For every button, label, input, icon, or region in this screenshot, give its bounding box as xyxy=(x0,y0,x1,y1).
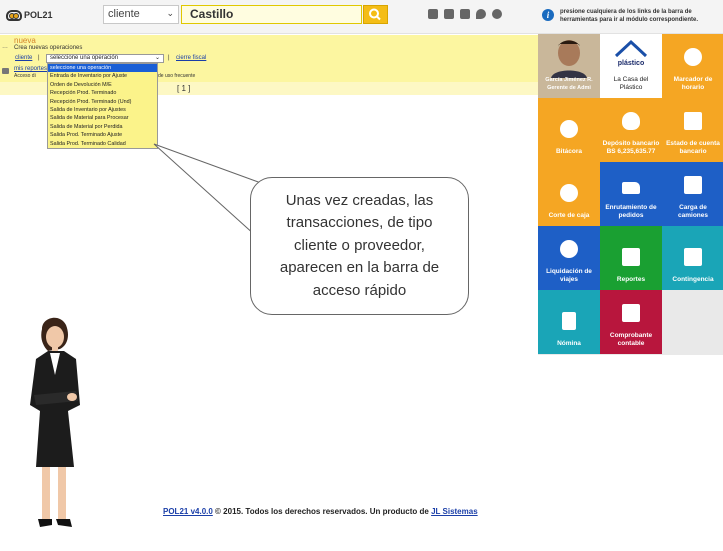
tile-order-routing[interactable]: Enrutamiento de pedidos xyxy=(600,162,662,226)
tile-accounting-voucher[interactable]: Comprobante contable xyxy=(600,290,662,354)
tile-log[interactable]: Bitácora xyxy=(538,98,600,162)
tile-label: Estado de cuenta bancario xyxy=(666,140,720,155)
tile-time-clock[interactable]: Marcador de horario xyxy=(662,34,723,98)
briefcase-icon xyxy=(622,304,640,322)
quick-access-tiles: García Jiménez R. Gerente de Admi plásti… xyxy=(538,34,723,355)
company-link[interactable]: JL Sistemas xyxy=(431,507,478,516)
tile-label: Bitácora xyxy=(555,148,582,155)
compass-icon xyxy=(560,120,578,138)
tile-label: Liquidación de viajes xyxy=(546,268,592,283)
company-tile[interactable]: plástico La Casa del Plástico xyxy=(600,34,662,98)
profile-photo xyxy=(551,40,587,78)
tile-truck-loading[interactable]: Carga de camiones xyxy=(662,162,723,226)
tile-label: Nómina xyxy=(557,340,581,347)
businesswoman-illustration xyxy=(30,317,80,527)
tile-reports[interactable]: Reportes xyxy=(600,226,662,290)
tile-label: Depósito bancario BS 6,235,635.77 xyxy=(602,140,660,155)
dollar-icon xyxy=(560,184,578,202)
forklift-icon xyxy=(684,176,702,194)
bank-icon xyxy=(684,112,702,130)
tile-label: Enrutamiento de pedidos xyxy=(605,204,657,219)
version-link[interactable]: POL21 v4.0.0 xyxy=(163,507,213,516)
truck-icon xyxy=(622,182,640,194)
id-badge-icon xyxy=(562,312,576,330)
globe-lock-icon xyxy=(560,240,578,258)
tile-bank-statement[interactable]: Estado de cuenta bancario xyxy=(662,98,723,162)
tile-label: García Jiménez R. Gerente de Admi xyxy=(545,77,593,91)
alarm-clock-icon xyxy=(684,48,702,66)
tile-trip-settlement[interactable]: Liquidación de viajes xyxy=(538,226,600,290)
svg-text:plástico: plástico xyxy=(618,60,644,67)
callout-bubble: Unas vez creadas, las transacciones, de … xyxy=(250,177,469,315)
tile-payroll[interactable]: Nómina xyxy=(538,290,600,354)
footer: POL21 v4.0.0 © 2015. Todos los derechos … xyxy=(163,507,478,516)
tile-cash-cut[interactable]: Corte de caja xyxy=(538,162,600,226)
piggy-bank-icon xyxy=(622,112,640,130)
house-logo-icon: plástico xyxy=(614,39,648,67)
tile-label: Carga de camiones xyxy=(678,204,708,219)
callout-text: Unas vez creadas, las transacciones, de … xyxy=(279,191,440,299)
profile-tile[interactable]: García Jiménez R. Gerente de Admi xyxy=(538,34,600,98)
tile-label: Contingencia xyxy=(672,276,714,283)
tile-label: Comprobante contable xyxy=(609,332,653,347)
printer-icon xyxy=(622,248,640,266)
tile-contingency[interactable]: Contingencia xyxy=(662,226,723,290)
tile-label: La Casa del Plástico xyxy=(613,76,649,91)
contact-folder-icon xyxy=(684,248,702,266)
tile-label: Corte de caja xyxy=(548,212,590,219)
tile-label: Reportes xyxy=(616,276,646,283)
tile-bank-deposit[interactable]: Depósito bancario BS 6,235,635.77 xyxy=(600,98,662,162)
tile-label: Marcador de horario xyxy=(673,76,713,91)
copyright-text: © 2015. Todos los derechos reservados. U… xyxy=(215,507,429,516)
